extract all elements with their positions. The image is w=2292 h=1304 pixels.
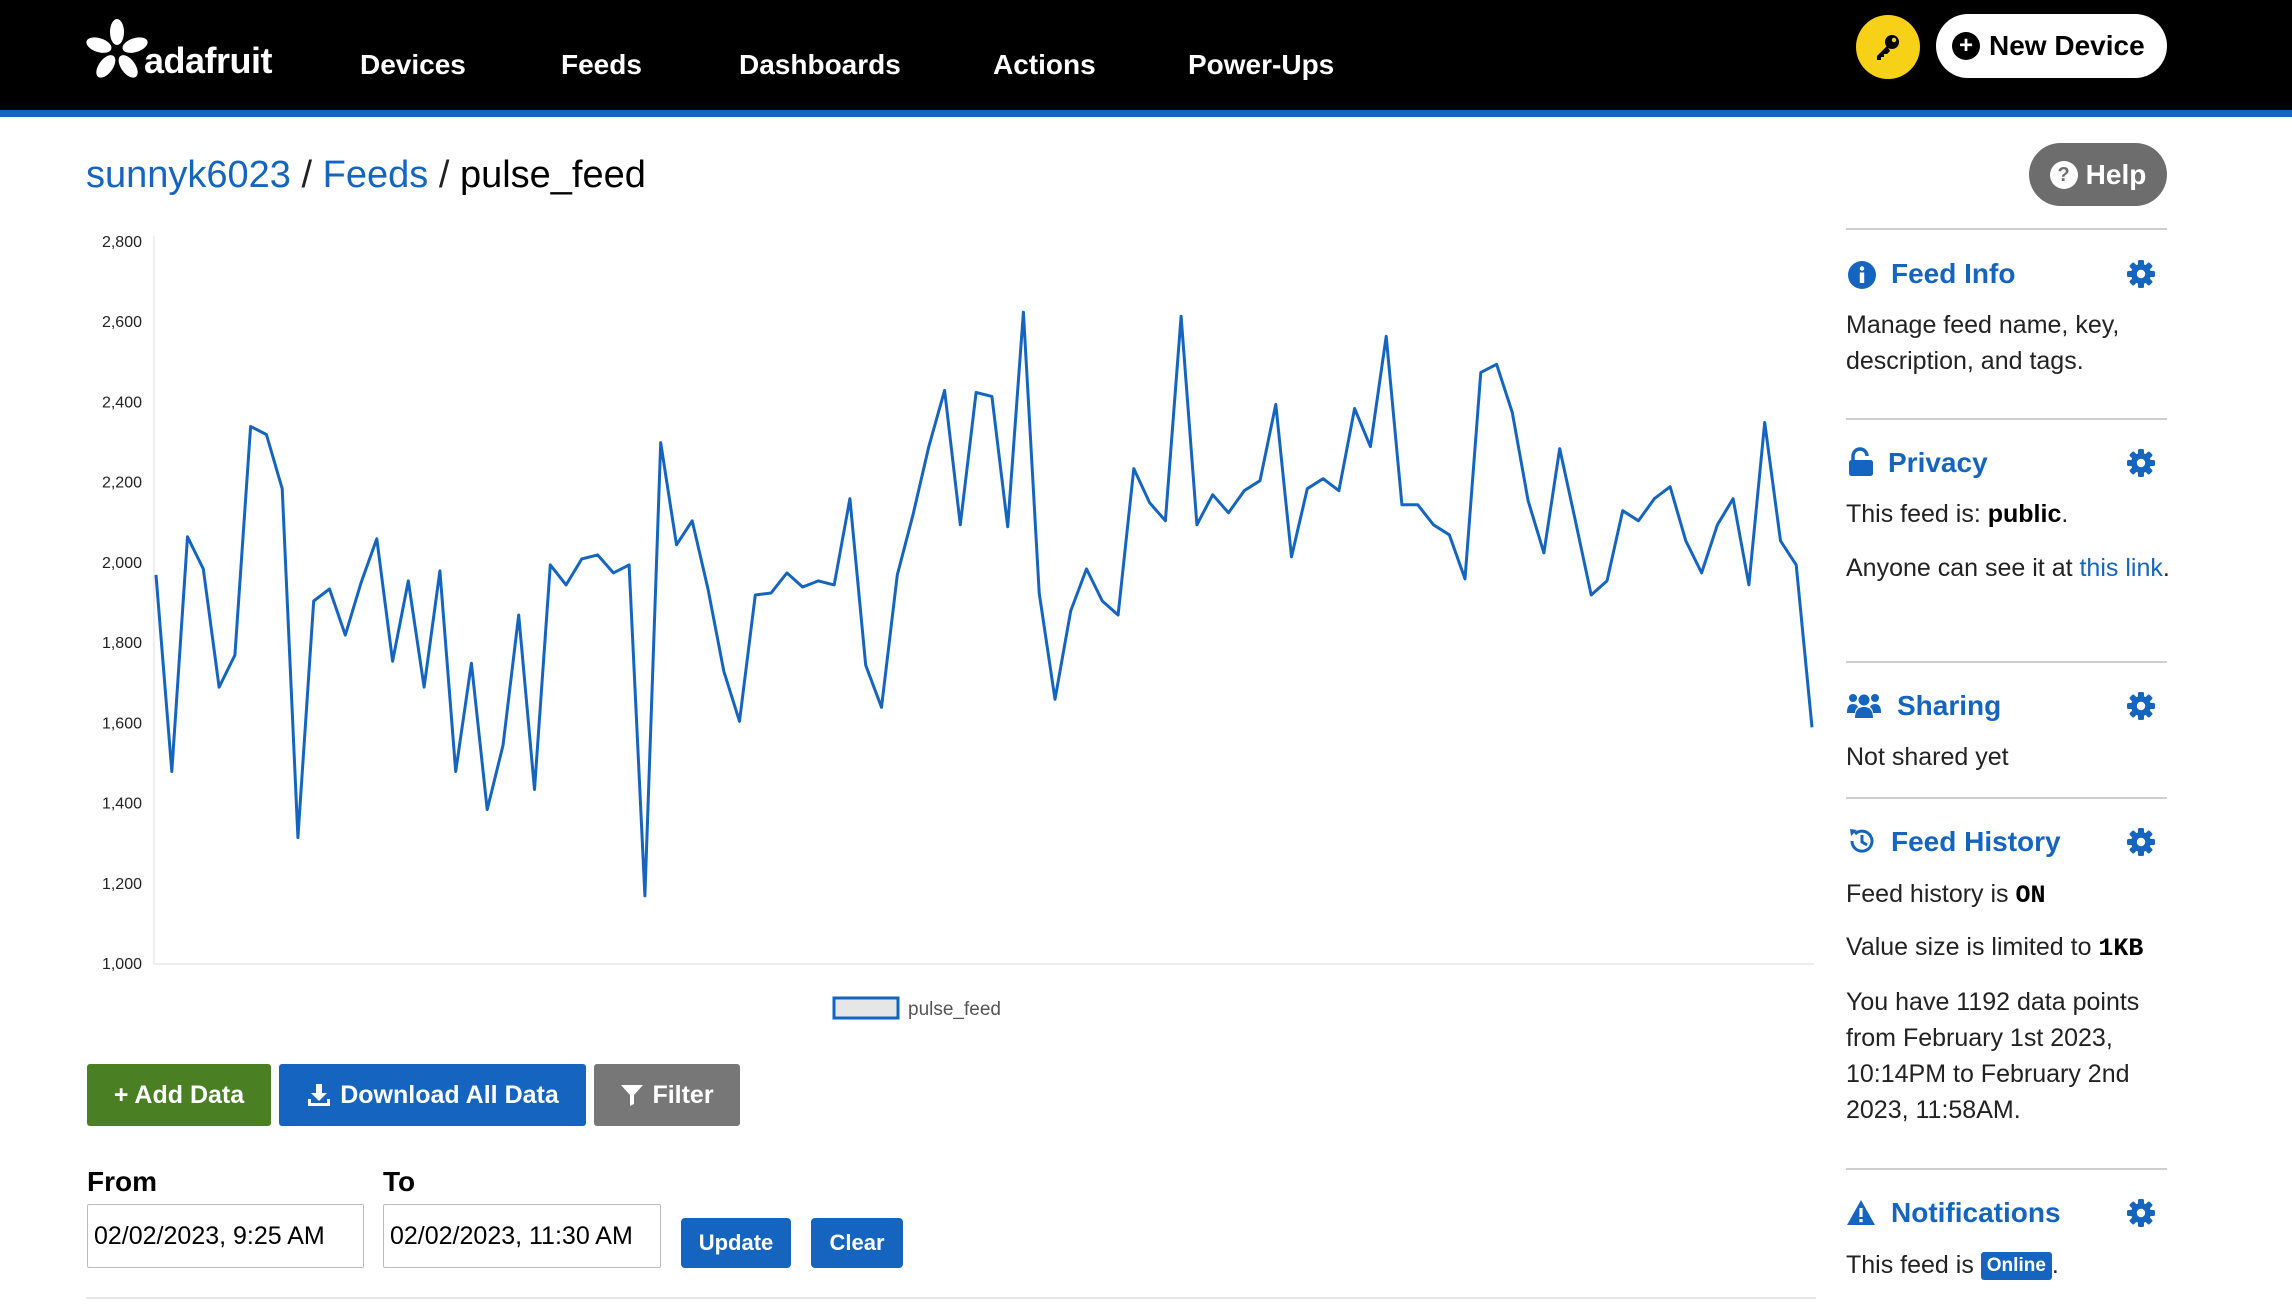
- notifications-title[interactable]: Notifications: [1891, 1197, 2061, 1229]
- y-tick-label: 1,400: [102, 796, 142, 813]
- info-icon: [1848, 261, 1876, 289]
- nav-dashboards[interactable]: Dashboards: [739, 48, 901, 82]
- notifications-suffix: .: [2051, 1251, 2059, 1279]
- feed-info-title[interactable]: Feed Info: [1891, 258, 2015, 290]
- add-data-label: + Add Data: [113, 1080, 245, 1109]
- filter-icon: [621, 1085, 644, 1106]
- history-status-value: ON: [2015, 881, 2046, 910]
- sidebar-divider: [1846, 228, 2167, 230]
- sidebar-divider: [1846, 1168, 2167, 1170]
- y-tick-label: 2,000: [102, 555, 142, 572]
- update-button[interactable]: Update: [681, 1218, 791, 1268]
- sidebar-divider: [1846, 661, 2167, 663]
- legend-swatch: [832, 996, 900, 1020]
- notifications-prefix: This feed is: [1846, 1251, 1981, 1279]
- y-tick-label: 1,600: [102, 715, 142, 732]
- help-label: Help: [2085, 158, 2147, 190]
- legend-label: pulse_feed: [908, 999, 1001, 1020]
- y-tick-label: 2,600: [102, 314, 142, 331]
- public-feed-link[interactable]: this link: [2079, 554, 2162, 582]
- api-key-button[interactable]: [1856, 15, 1920, 79]
- y-tick-label: 1,000: [102, 956, 142, 973]
- nav-power-ups[interactable]: Power-Ups: [1188, 48, 1334, 82]
- line-chart-svg: 1,000 1,200 1,400 1,600 1,800 2,000 2,200 2,400…: [102, 234, 1814, 1020]
- series-line-pulse_feed: [154, 310, 1814, 898]
- content-divider: [86, 1297, 1816, 1299]
- online-status-badge: Online: [1980, 1252, 2052, 1281]
- from-date-input[interactable]: [87, 1204, 364, 1268]
- unlock-icon: [1849, 447, 1873, 476]
- value-size-limit: Value size is limited to 1KB: [1846, 929, 2176, 967]
- breadcrumb-current-feed: pulse_feed: [459, 154, 646, 196]
- to-date-input[interactable]: [383, 1204, 661, 1268]
- filter-label: Filter: [652, 1080, 714, 1109]
- sharing-title[interactable]: Sharing: [1897, 690, 2001, 722]
- to-label: To: [383, 1166, 416, 1197]
- sharing-description: Not shared yet: [1846, 743, 2009, 771]
- y-tick-label: 1,200: [102, 876, 142, 893]
- new-device-button[interactable]: + New Device: [1936, 14, 2167, 78]
- key-icon: [1877, 35, 1899, 60]
- feed-history-title[interactable]: Feed History: [1891, 826, 2061, 858]
- breadcrumb: sunnyk6023 / Feeds / pulse_feed: [86, 150, 646, 200]
- top-navbar: adafruit Devices Feeds Dashboards Action…: [0, 0, 2292, 110]
- privacy-gear-icon[interactable]: [2126, 448, 2156, 478]
- breadcrumb-user-link[interactable]: sunnyk6023: [86, 154, 291, 196]
- filter-button[interactable]: Filter: [594, 1064, 740, 1126]
- feed-chart: 1,000 1,200 1,400 1,600 1,800 2,000 2,200 2,400…: [84, 226, 1824, 1026]
- data-points-summary: You have 1192 data points from February …: [1846, 988, 2140, 1124]
- nav-actions[interactable]: Actions: [993, 48, 1096, 82]
- y-tick-label: 1,800: [102, 635, 142, 652]
- history-status-prefix: Feed history is: [1846, 880, 2016, 908]
- sidebar-divider: [1846, 797, 2167, 799]
- privacy-title[interactable]: Privacy: [1888, 447, 1988, 479]
- notifications-gear-icon[interactable]: [2126, 1198, 2156, 1228]
- breadcrumb-separator: /: [438, 154, 450, 196]
- feed-info-description: Manage feed name, key, description, and …: [1846, 311, 2120, 375]
- privacy-link-text: Anyone can see it at this link.: [1846, 550, 2176, 586]
- privacy-status-value: public: [1987, 500, 2062, 528]
- download-all-data-button[interactable]: Download All Data: [279, 1064, 586, 1126]
- question-icon: ?: [2049, 160, 2078, 189]
- adafruit-logo[interactable]: adafruit: [84, 14, 273, 84]
- y-tick-label: 2,400: [102, 394, 142, 411]
- warning-icon: [1847, 1200, 1875, 1225]
- adafruit-flower-icon: [86, 19, 148, 78]
- clear-button[interactable]: Clear: [811, 1218, 903, 1268]
- feed-history-status: Feed history is ON: [1846, 876, 2176, 914]
- help-button[interactable]: ? Help: [2029, 143, 2167, 206]
- breadcrumb-feeds-link[interactable]: Feeds: [323, 154, 429, 196]
- navbar-accent-line: [0, 110, 2292, 117]
- add-data-button[interactable]: + Add Data: [87, 1064, 271, 1126]
- privacy-status-prefix: This feed is:: [1846, 500, 1988, 528]
- nav-devices[interactable]: Devices: [360, 48, 466, 82]
- privacy-link-suffix: .: [2162, 554, 2170, 582]
- sidebar-divider: [1846, 418, 2167, 420]
- y-tick-label: 2,200: [102, 475, 142, 492]
- privacy-link-prefix: Anyone can see it at: [1846, 554, 2080, 582]
- y-tick-label: 2,800: [102, 234, 142, 251]
- notifications-status: This feed is Online.: [1846, 1247, 2176, 1283]
- nav-feeds[interactable]: Feeds: [561, 48, 642, 82]
- users-icon: [1847, 694, 1881, 718]
- feed-history-gear-icon[interactable]: [2126, 827, 2156, 857]
- download-label: Download All Data: [340, 1080, 559, 1109]
- privacy-status: This feed is: public.: [1846, 496, 2176, 532]
- feed-info-gear-icon[interactable]: [2126, 259, 2156, 289]
- new-device-label: New Device: [1989, 30, 2145, 61]
- limit-prefix: Value size is limited to: [1846, 933, 2099, 961]
- from-label: From: [87, 1166, 157, 1197]
- history-icon: [1850, 829, 1874, 853]
- logo-text: adafruit: [144, 40, 273, 81]
- limit-value: 1KB: [2098, 934, 2144, 963]
- sharing-gear-icon[interactable]: [2126, 691, 2156, 721]
- download-icon: [308, 1084, 331, 1106]
- privacy-status-suffix: .: [2061, 500, 2069, 528]
- breadcrumb-separator: /: [301, 154, 313, 196]
- plus-circle-icon: +: [1952, 32, 1980, 60]
